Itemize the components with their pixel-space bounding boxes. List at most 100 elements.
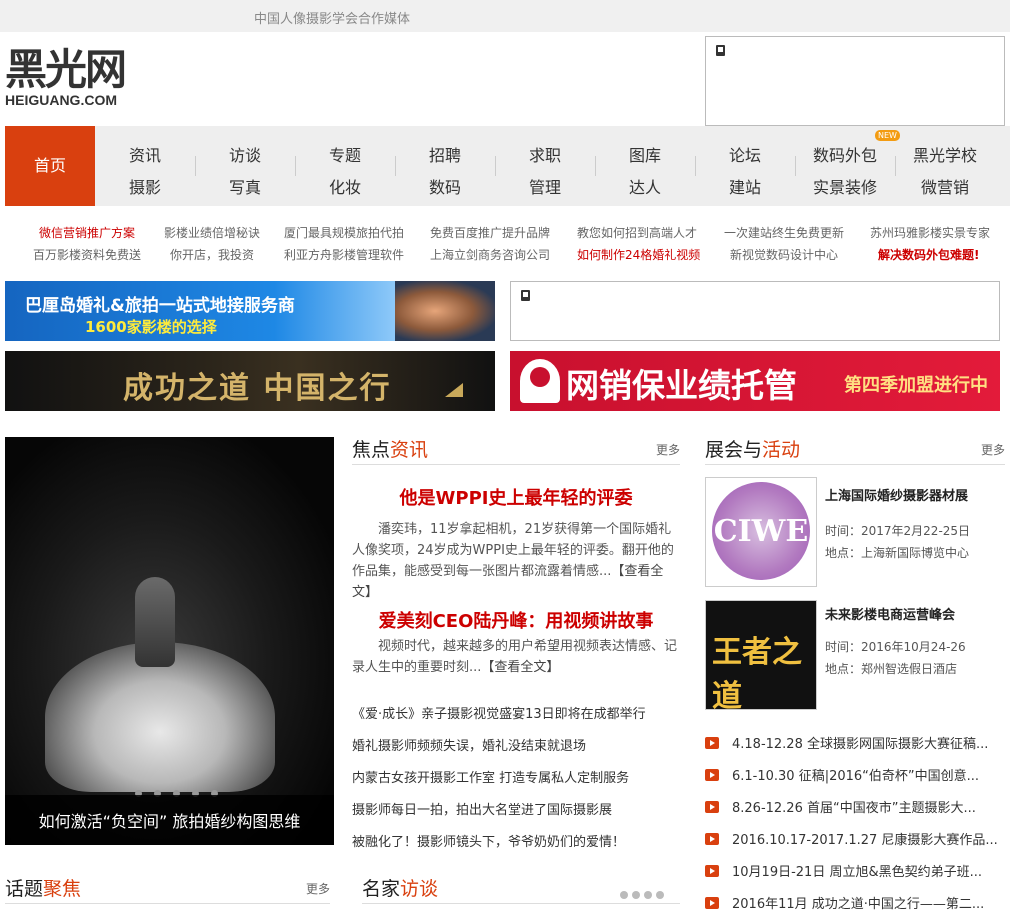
focus-more-link[interactable]: 更多 [656, 441, 680, 458]
text-link[interactable]: 解决数码外包难题! [878, 246, 979, 263]
activity-item[interactable]: 2016年11月 成功之道·中国之行——第二... [705, 893, 984, 912]
news-item[interactable]: 被融化了！摄影师镜头下，爷爷奶奶们的爱情！ [352, 831, 625, 850]
pager-dot[interactable] [656, 891, 664, 899]
news-item[interactable]: 《爱·成长》亲子摄影视觉盛宴13日即将在成都举行 [352, 703, 646, 722]
news-item[interactable]: 婚礼摄影师频频失误，婚礼没结束就退场 [352, 735, 586, 754]
nav-link[interactable]: 数码 [395, 172, 495, 204]
text-link[interactable]: 免费百度推广提升品牌 [430, 224, 550, 241]
play-bullet-icon [705, 833, 719, 845]
activity-item[interactable]: 4.18-12.28 全球摄影网国际摄影大赛征稿... [705, 733, 988, 752]
nav-link[interactable]: 达人 [595, 172, 695, 204]
pager-dot[interactable] [644, 891, 652, 899]
divider [705, 464, 1005, 465]
text-link[interactable]: 百万影楼资料免费送 [33, 246, 141, 263]
read-more-link[interactable]: 【查看全文】 [481, 660, 559, 675]
nav-col-7: 论坛 建站 [695, 140, 795, 204]
news-item[interactable]: 摄影师每日一拍，拍出大名堂进了国际摄影展 [352, 799, 612, 818]
nav-link[interactable]: 数码外包 [795, 140, 895, 172]
text-link[interactable]: 苏州玛雅影楼实景专家 [870, 224, 990, 241]
pager-dot[interactable] [632, 891, 640, 899]
nav-col-2: 访谈 写真 [195, 140, 295, 204]
success-road-banner[interactable]: 成功之道 中国之行 [5, 351, 495, 411]
nav-link[interactable]: 黑光学校 [895, 140, 995, 172]
news-item[interactable]: 内蒙古女孩开摄影工作室 打造专属私人定制服务 [352, 767, 629, 786]
divider [5, 903, 330, 904]
new-badge: NEW [875, 130, 900, 141]
site-logo[interactable]: 黑光网 HEIGUANG.COM [5, 48, 190, 110]
nav-col-5: 求职 管理 [495, 140, 595, 204]
banner-headline: 巴厘岛婚礼&旅拍一站式地接服务商 [25, 296, 295, 316]
side-ad-placeholder[interactable] [510, 281, 1000, 341]
text-link[interactable]: 微信营销推广方案 [39, 224, 135, 241]
banner-subline: 1600家影楼的选择 [85, 318, 217, 336]
nav-col-9: 黑光学校 微营销 [895, 140, 995, 204]
text-link[interactable]: 利亚方舟影楼管理软件 [284, 246, 404, 263]
event-time: 时间：2016年10月24-26 [825, 640, 966, 654]
top-bar: 中国人像摄影学会合作媒体 [0, 0, 1010, 32]
events-section-title: 展会与活动 [705, 439, 801, 461]
event-title[interactable]: 未来影楼电商运营峰会 [825, 604, 955, 623]
headline-1-summary: 潘奕玮，11岁拿起相机，21岁获得第一个国际婚礼人像奖项，24岁成为WPPI史上… [352, 522, 674, 600]
logo-main-text: 黑光网 [5, 45, 127, 94]
text-link[interactable]: 影楼业绩倍增秘诀 [164, 224, 260, 241]
banner-headline: 成功之道 中国之行 [123, 371, 392, 406]
nav-link[interactable]: 实景装修 [795, 172, 895, 204]
nav-home[interactable]: 首页 [5, 126, 95, 206]
fan-logo-icon [520, 359, 560, 403]
event-place: 地点：上海新国际博览中心 [825, 546, 970, 560]
banner-subline: 第四季加盟进行中 [844, 375, 988, 396]
headline-2[interactable]: 爱美刻CEO陆丹峰：用视频讲故事 [352, 607, 680, 633]
nav-link[interactable]: 摄影 [95, 172, 195, 204]
activity-item[interactable]: 10月19日-21日 周立旭&黑色契约弟子班... [705, 861, 982, 880]
text-link[interactable]: 厦门最具规模旅拍代拍 [284, 224, 404, 241]
bali-wedding-banner[interactable]: 巴厘岛婚礼&旅拍一站式地接服务商 1600家影楼的选择 [5, 281, 495, 341]
activity-item[interactable]: 8.26-12.26 首届“中国夜市”主题摄影大... [705, 797, 976, 816]
nav-link[interactable]: 资讯 [95, 140, 195, 172]
play-bullet-icon [705, 897, 719, 909]
events-more-link[interactable]: 更多 [981, 441, 1005, 458]
topics-section-title: 话题聚焦 [5, 878, 82, 900]
text-link[interactable]: 新视觉数码设计中心 [730, 246, 838, 263]
nav-link[interactable]: 建站 [695, 172, 795, 204]
activity-item[interactable]: 6.1-10.30 征稿|2016“伯奇杯”中国创意... [705, 765, 979, 784]
nav-link[interactable]: 化妆 [295, 172, 395, 204]
slide-caption[interactable]: 如何激活“负空间” 旅拍婚纱构图思维 [5, 795, 334, 845]
nav-link[interactable]: 访谈 [195, 140, 295, 172]
ciwe-event-image[interactable]: CIWE [705, 477, 817, 587]
event-title[interactable]: 上海国际婚纱摄影器材展 [825, 485, 968, 504]
nav-link[interactable]: 微营销 [895, 172, 995, 204]
text-link[interactable]: 一次建站终生免费更新 [724, 224, 844, 241]
arrow-decoration [445, 383, 463, 397]
nav-col-8: 数码外包 实景装修 [795, 140, 895, 204]
text-link[interactable]: 你开店，我投资 [170, 246, 254, 263]
broken-image-icon [521, 290, 530, 301]
nav-link[interactable]: 管理 [495, 172, 595, 204]
play-bullet-icon [705, 769, 719, 781]
text-link[interactable]: 上海立剑商务咨询公司 [430, 246, 550, 263]
nav-link[interactable]: 图库 [595, 140, 695, 172]
nav-col-6: 图库 达人 [595, 140, 695, 204]
online-sales-banner[interactable]: 网销保业绩托管 第四季加盟进行中 [510, 351, 1000, 411]
nav-col-4: 招聘 数码 [395, 140, 495, 204]
banner-headline: 网销保业绩托管 [566, 366, 797, 405]
header-ad-placeholder[interactable] [705, 36, 1005, 126]
headline-2-summary: 视频时代，越来越多的用户希望用视频表达情感、记录人生中的重要时刻...【查看全文… [352, 639, 678, 675]
logo-sub-text: HEIGUANG.COM [5, 92, 117, 108]
nav-link[interactable]: 专题 [295, 140, 395, 172]
text-link[interactable]: 教您如何招到高端人才 [577, 224, 697, 241]
nav-col-3: 专题 化妆 [295, 140, 395, 204]
nav-link[interactable]: 写真 [195, 172, 295, 204]
divider [352, 464, 680, 465]
broken-image-icon [716, 45, 725, 56]
pager-dot[interactable] [620, 891, 628, 899]
activity-item[interactable]: 2016.10.17-2017.1.27 尼康摄影大赛作品... [705, 829, 998, 848]
headline-1[interactable]: 他是WPPI史上最年轻的评委 [352, 484, 680, 510]
partner-text: 中国人像摄影学会合作媒体 [254, 12, 411, 27]
topics-more-link[interactable]: 更多 [306, 880, 330, 897]
nav-link[interactable]: 论坛 [695, 140, 795, 172]
text-link[interactable]: 如何制作24格婚礼视频 [577, 246, 700, 263]
feature-slideshow[interactable]: 如何激活“负空间” 旅拍婚纱构图思维 [5, 437, 334, 845]
summit-event-image[interactable]: 王者之道 [705, 600, 817, 714]
nav-link[interactable]: 求职 [495, 140, 595, 172]
nav-link[interactable]: 招聘 [395, 140, 495, 172]
